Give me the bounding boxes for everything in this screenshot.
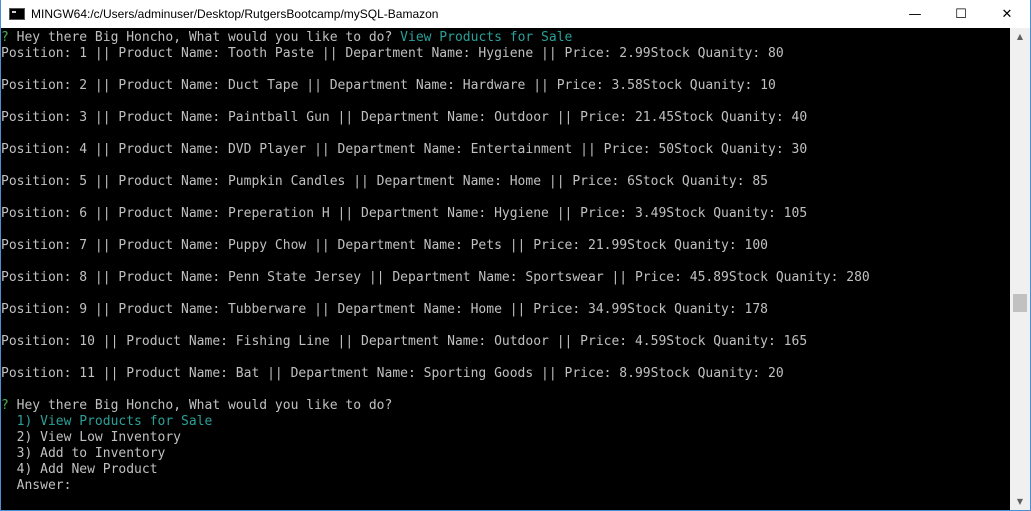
vertical-scrollbar[interactable]: ▲ ▼ (1010, 28, 1030, 510)
minimize-button[interactable]: — (892, 0, 938, 28)
prompt-answer: View Products for Sale (400, 30, 573, 45)
terminal-window: MINGW64:/c/Users/adminuser/Desktop/Rutge… (0, 0, 1031, 511)
menu-option-view-products[interactable]: 1) View Products for Sale (1, 414, 213, 430)
close-button[interactable]: ✕ (984, 0, 1030, 28)
menu-option-add-product[interactable]: 4) Add New Product (1, 462, 158, 478)
maximize-button[interactable]: ☐ (938, 0, 984, 28)
prompt-marker: ? (1, 30, 9, 45)
answer-prompt[interactable]: Answer: (1, 478, 72, 494)
prompt-question: Hey there Big Honcho, What would you lik… (16, 30, 393, 45)
product-row: Position: 11 || Product Name: Bat || Dep… (1, 366, 784, 381)
product-row: Position: 10 || Product Name: Fishing Li… (1, 334, 808, 349)
console-output[interactable]: ? Hey there Big Honcho, What would you l… (1, 28, 1009, 510)
scroll-down-arrow-icon[interactable]: ▼ (1010, 493, 1030, 510)
menu-option-low-inventory[interactable]: 2) View Low Inventory (1, 430, 181, 446)
window-controls: — ☐ ✕ (892, 0, 1030, 28)
scrollbar-thumb[interactable] (1013, 294, 1027, 312)
product-row: Position: 7 || Product Name: Puppy Chow … (1, 238, 769, 253)
terminal-app-icon (9, 8, 25, 20)
prompt-line-second: ? Hey there Big Honcho, What would you l… (1, 398, 392, 414)
product-row: Position: 9 || Product Name: Tubberware … (1, 302, 769, 317)
prompt-line-first: ? Hey there Big Honcho, What would you l… (1, 30, 572, 46)
prompt-question: Hey there Big Honcho, What would you lik… (16, 398, 393, 413)
menu-option-add-inventory[interactable]: 3) Add to Inventory (1, 446, 166, 462)
product-row: Position: 4 || Product Name: DVD Player … (1, 142, 808, 157)
product-row: Position: 6 || Product Name: Preperation… (1, 206, 808, 221)
title-bar[interactable]: MINGW64:/c/Users/adminuser/Desktop/Rutge… (1, 0, 1030, 28)
product-row: Position: 5 || Product Name: Pumpkin Can… (1, 174, 769, 189)
product-row: Position: 3 || Product Name: Paintball G… (1, 110, 808, 125)
prompt-marker: ? (1, 398, 9, 413)
scroll-up-arrow-icon[interactable]: ▲ (1010, 28, 1030, 45)
product-row: Position: 2 || Product Name: Duct Tape |… (1, 78, 776, 93)
window-title: MINGW64:/c/Users/adminuser/Desktop/Rutge… (31, 7, 439, 21)
product-row: Position: 1 || Product Name: Tooth Paste… (1, 46, 784, 61)
product-row: Position: 8 || Product Name: Penn State … (1, 270, 870, 285)
